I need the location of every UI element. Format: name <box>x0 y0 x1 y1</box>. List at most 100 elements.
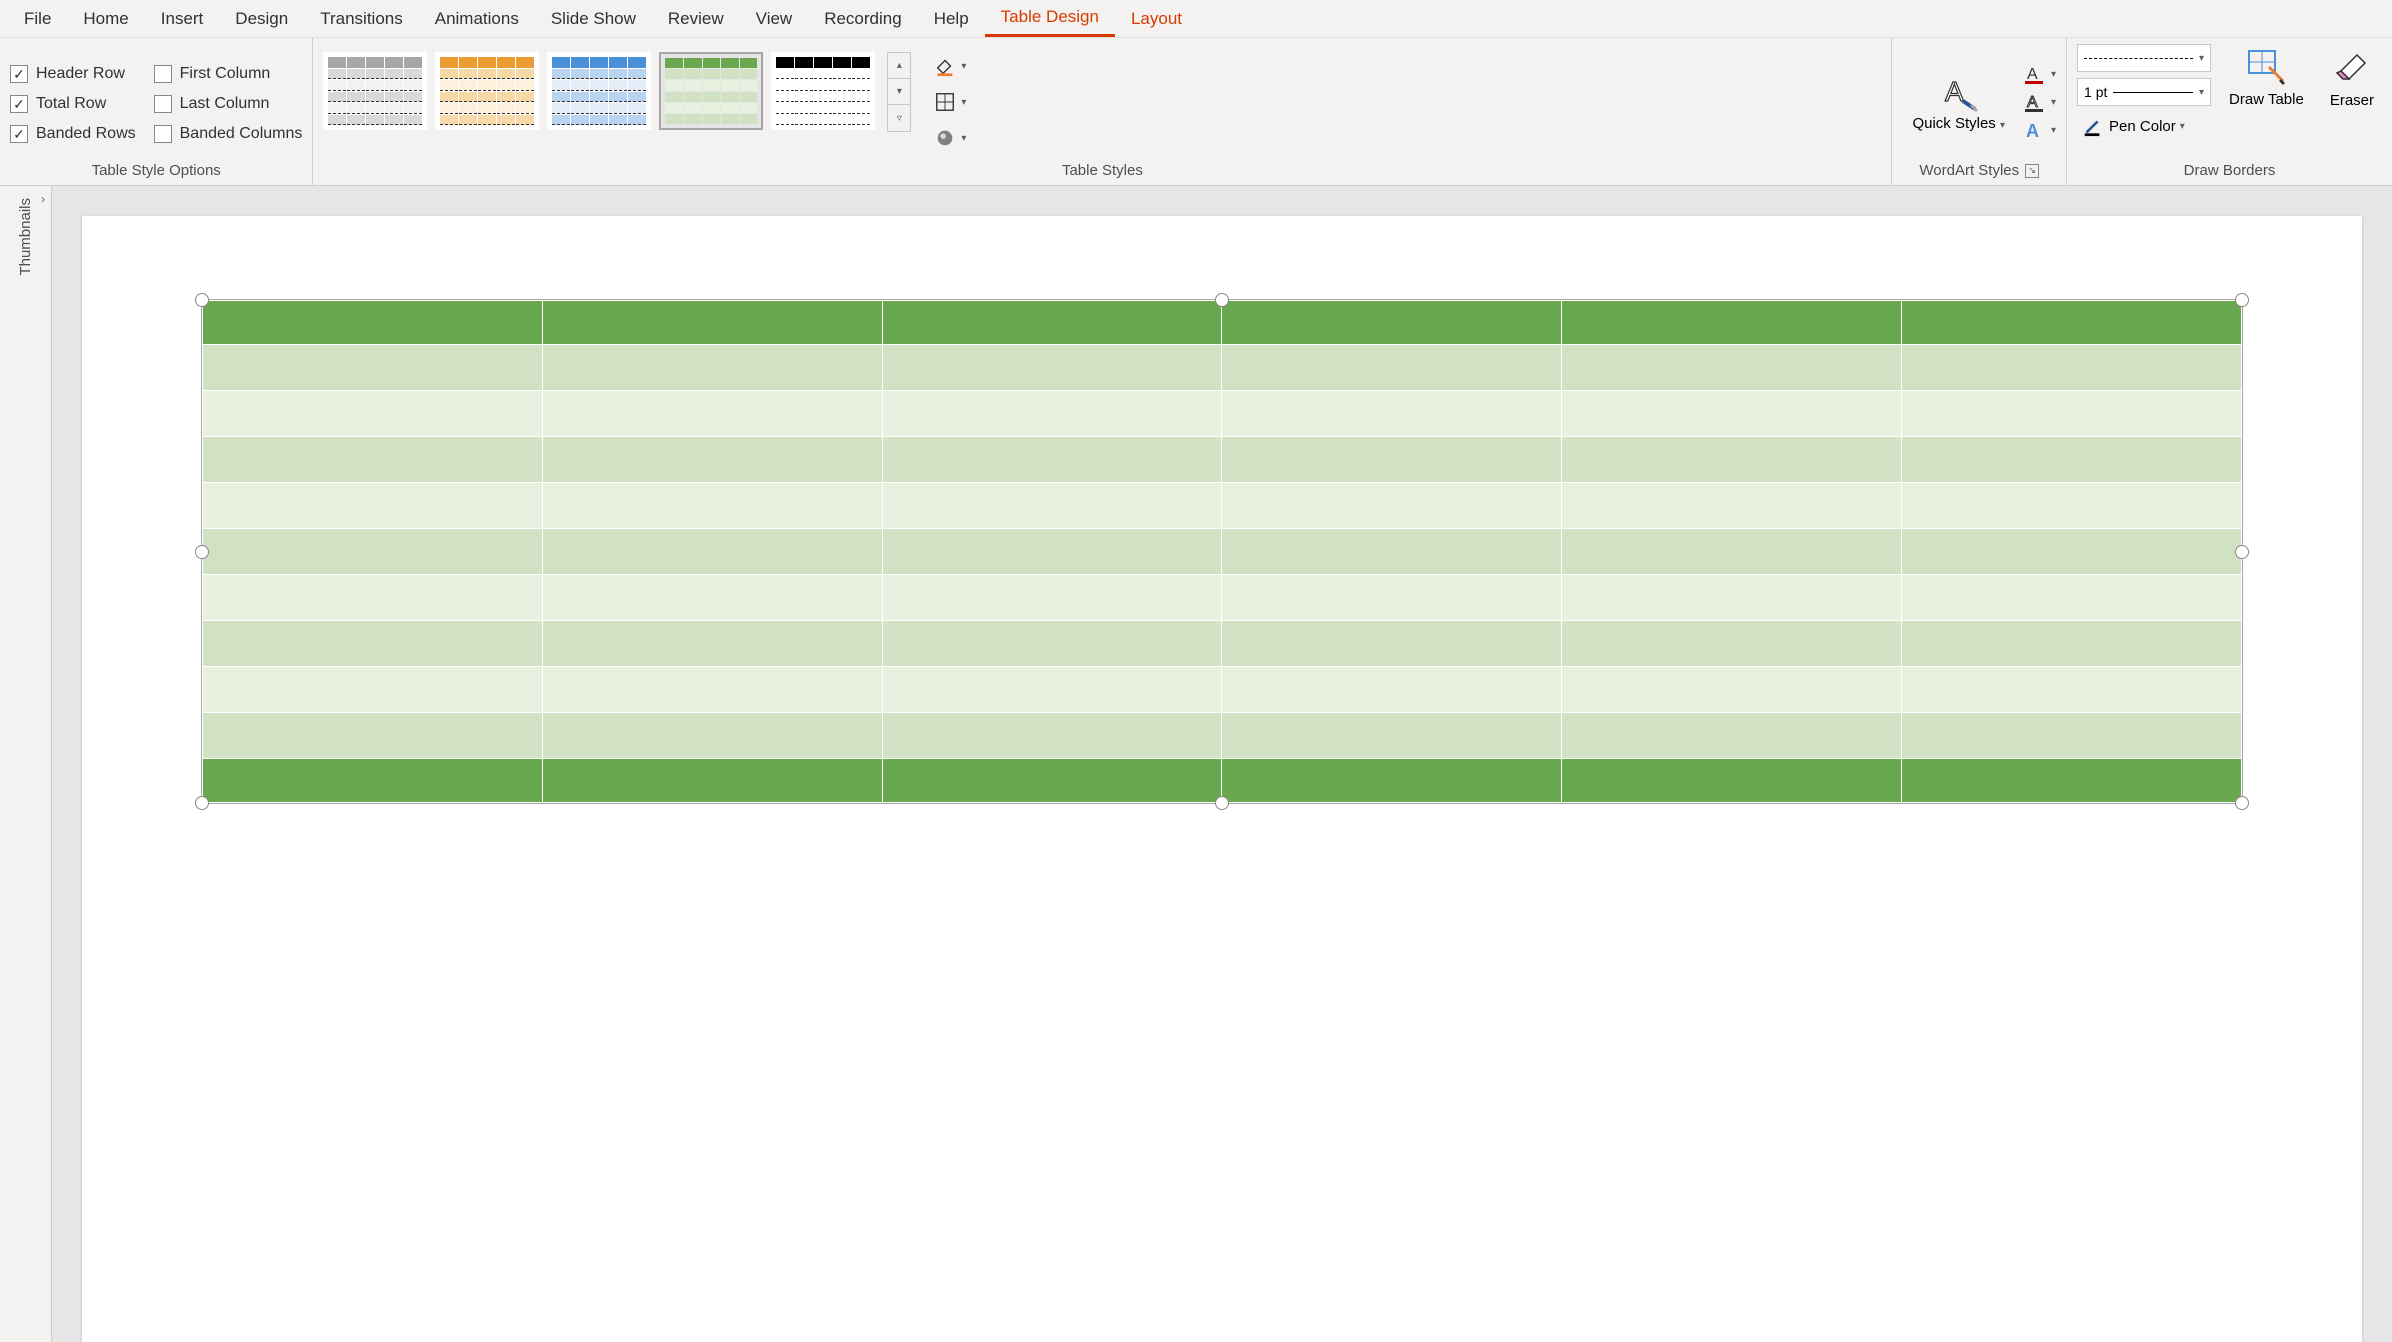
chevron-down-icon: ▾ <box>2199 87 2204 98</box>
svg-text:A: A <box>2027 94 2038 111</box>
selected-table[interactable] <box>202 300 2242 803</box>
table-style-green-selected[interactable] <box>659 52 763 130</box>
checkbox-last-column[interactable]: Last Column <box>154 95 303 113</box>
table-style-grey[interactable] <box>323 52 427 130</box>
group-label-style-options: Table Style Options <box>10 160 302 183</box>
group-label-table-styles: Table Styles <box>323 160 1881 183</box>
borders-icon <box>933 90 957 114</box>
table-row <box>203 667 2242 713</box>
quick-styles-label: Quick Styles ▾ <box>1912 115 2005 132</box>
table-row <box>203 575 2242 621</box>
slide[interactable] <box>82 216 2362 1342</box>
table-row <box>203 621 2242 667</box>
gallery-scroll-up[interactable]: ▴ <box>888 53 910 79</box>
tab-transitions[interactable]: Transitions <box>304 0 419 37</box>
resize-handle[interactable] <box>1215 796 1229 810</box>
eraser-icon <box>2330 44 2374 88</box>
eraser-button[interactable]: Eraser <box>2322 44 2382 109</box>
group-label-wordart: WordArt Styles ↘ <box>1902 160 2056 183</box>
resize-handle[interactable] <box>195 796 209 810</box>
chevron-down-icon: ▾ <box>2199 53 2204 64</box>
table-row <box>203 391 2242 437</box>
chevron-down-icon: ▾ <box>961 97 966 108</box>
text-fill-button[interactable]: A ▾ <box>2023 63 2056 85</box>
tab-insert[interactable]: Insert <box>145 0 220 37</box>
table-row <box>203 437 2242 483</box>
checkbox-header-row[interactable]: Header Row <box>10 65 136 83</box>
eraser-label: Eraser <box>2330 92 2374 109</box>
checkbox-total-row[interactable]: Total Row <box>10 95 136 113</box>
tab-table-design[interactable]: Table Design <box>985 0 1115 37</box>
table-row <box>203 345 2242 391</box>
group-label-draw-borders: Draw Borders <box>2077 160 2382 183</box>
check-icon <box>10 95 28 113</box>
check-icon <box>10 65 28 83</box>
content-area: › Thumbnails <box>0 186 2392 1342</box>
effects-button[interactable]: ▾ <box>929 124 970 152</box>
wordart-dialog-launcher[interactable]: ↘ <box>2025 164 2039 178</box>
tab-layout[interactable]: Layout <box>1115 0 1198 37</box>
resize-handle[interactable] <box>195 293 209 307</box>
shading-button[interactable]: ▾ <box>929 52 970 80</box>
tab-home[interactable]: Home <box>67 0 144 37</box>
tab-design[interactable]: Design <box>219 0 304 37</box>
tab-help[interactable]: Help <box>918 0 985 37</box>
gallery-more[interactable]: ▿ <box>888 105 910 131</box>
chevron-down-icon: ▾ <box>2051 125 2056 136</box>
gallery-scroll: ▴ ▾ ▿ <box>887 52 911 132</box>
chevron-down-icon: ▾ <box>2051 97 2056 108</box>
pen-color-button[interactable]: Pen Color ▾ <box>2077 112 2211 140</box>
table-style-black[interactable] <box>771 52 875 130</box>
pen-color-icon <box>2081 114 2105 138</box>
group-table-style-options: Header Row First Column Total Row Last C… <box>0 38 313 185</box>
table-style-blue[interactable] <box>547 52 651 130</box>
resize-handle[interactable] <box>2235 545 2249 559</box>
checkbox-banded-columns[interactable]: Banded Columns <box>154 125 303 143</box>
first-column-label: First Column <box>180 65 271 83</box>
pen-style-combo[interactable]: ▾ <box>2077 44 2211 72</box>
banded-columns-label: Banded Columns <box>180 125 303 143</box>
draw-table-button[interactable]: Draw Table <box>2221 44 2312 109</box>
tab-review[interactable]: Review <box>652 0 740 37</box>
chevron-down-icon: ▾ <box>961 133 966 144</box>
chevron-down-icon: ▾ <box>2180 121 2185 132</box>
gallery-scroll-down[interactable]: ▾ <box>888 79 910 105</box>
table[interactable] <box>202 300 2242 803</box>
resize-handle[interactable] <box>195 545 209 559</box>
effects-icon <box>933 126 957 150</box>
svg-text:A: A <box>2026 121 2039 141</box>
pen-color-label: Pen Color <box>2109 118 2176 135</box>
thumbnails-expand-icon[interactable]: › <box>41 192 45 206</box>
svg-text:A: A <box>2027 66 2038 83</box>
total-row-label: Total Row <box>36 95 106 113</box>
resize-handle[interactable] <box>2235 796 2249 810</box>
resize-handle[interactable] <box>2235 293 2249 307</box>
pen-weight-combo[interactable]: 1 pt▾ <box>2077 78 2211 106</box>
text-fill-icon: A <box>2023 63 2047 85</box>
tab-recording[interactable]: Recording <box>808 0 918 37</box>
resize-handle[interactable] <box>1215 293 1229 307</box>
last-column-label: Last Column <box>180 95 270 113</box>
tab-animations[interactable]: Animations <box>419 0 535 37</box>
table-styles-gallery: ▴ ▾ ▿ ▾ ▾ <box>323 52 970 152</box>
text-effects-icon: A <box>2023 119 2047 141</box>
ribbon-tabs: File Home Insert Design Transitions Anim… <box>0 0 2392 38</box>
text-outline-icon: A <box>2023 91 2047 113</box>
shading-controls: ▾ ▾ ▾ <box>929 52 970 152</box>
tab-view[interactable]: View <box>740 0 809 37</box>
thumbnail-pane: › Thumbnails <box>0 186 52 1342</box>
borders-button[interactable]: ▾ <box>929 88 970 116</box>
quick-styles-icon: A <box>1939 73 1979 113</box>
text-outline-button[interactable]: A ▾ <box>2023 91 2056 113</box>
checkbox-banded-rows[interactable]: Banded Rows <box>10 125 136 143</box>
checkbox-first-column[interactable]: First Column <box>154 65 303 83</box>
tab-slideshow[interactable]: Slide Show <box>535 0 652 37</box>
table-row <box>203 713 2242 759</box>
table-style-orange[interactable] <box>435 52 539 130</box>
quick-styles-button[interactable]: A Quick Styles ▾ <box>1902 73 2015 132</box>
text-effects-button[interactable]: A ▾ <box>2023 119 2056 141</box>
group-wordart-styles: A Quick Styles ▾ A ▾ A ▾ A ▾ <box>1892 38 2067 185</box>
tab-file[interactable]: File <box>8 0 67 37</box>
chevron-down-icon: ▾ <box>2051 69 2056 80</box>
group-table-styles: ▴ ▾ ▿ ▾ ▾ <box>313 38 1892 185</box>
